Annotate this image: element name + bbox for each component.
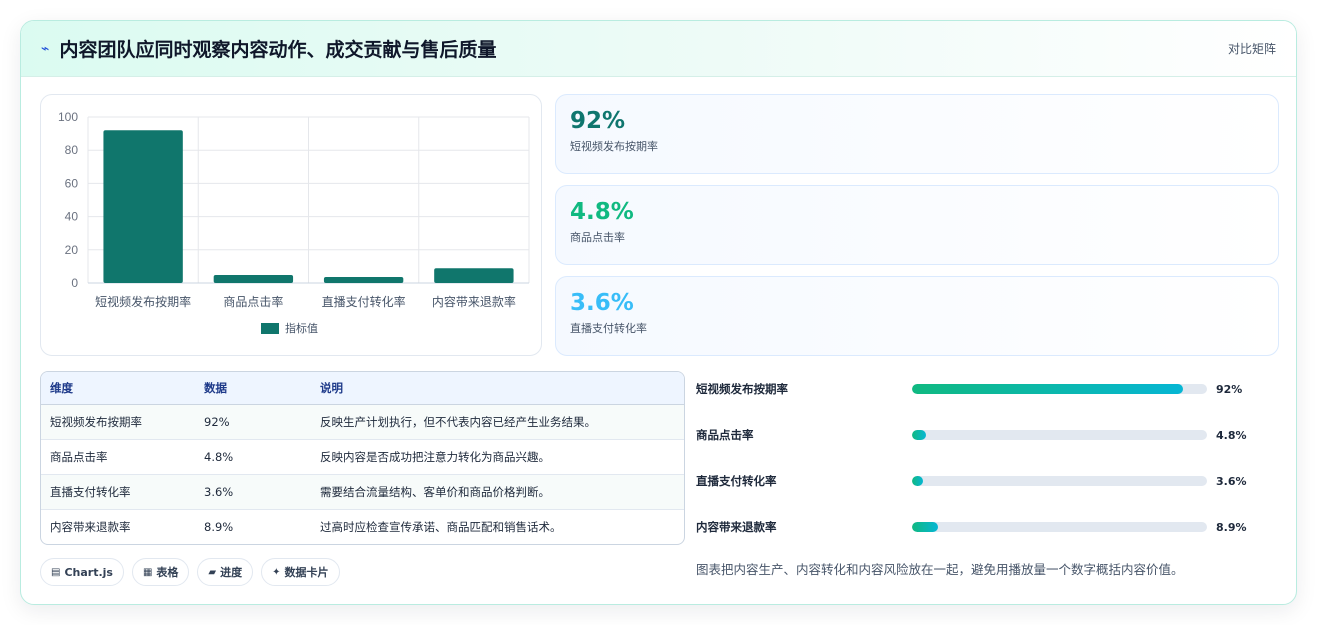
progress-list: 短视频发布按期率 92% 商品点击率 4.8% 直播支付转化率 3.6% 内容带… xyxy=(696,371,1276,571)
pill-data-card[interactable]: ✦ 数据卡片 xyxy=(261,558,340,586)
chart-note: 图表把内容生产、内容转化和内容风险放在一起，避免用播放量一个数字概括内容价值。 xyxy=(696,562,1184,577)
progress-track xyxy=(912,522,1207,532)
progress-label: 内容带来退款率 xyxy=(696,520,777,534)
table-cell: 过高时应检查宣传承诺、商品匹配和销售话术。 xyxy=(320,519,562,534)
pill-chartjs[interactable]: ▤ Chart.js xyxy=(40,558,124,586)
y-tick-label: 80 xyxy=(65,143,79,157)
stat-card: 92% 短视频发布按期率 xyxy=(555,94,1279,174)
column-header: 说明 xyxy=(311,372,684,405)
bar xyxy=(103,130,183,283)
progress-value: 3.6% xyxy=(1216,474,1247,488)
progress-fill xyxy=(912,384,1184,394)
table-cell: 短视频发布按期率 xyxy=(41,404,195,440)
stat-label: 直播支付转化率 xyxy=(570,322,647,335)
table-cell: 反映生产计划执行，但不代表内容已经产生业务结果。 xyxy=(311,404,684,440)
progress-row: 短视频发布按期率 92% xyxy=(696,379,1276,399)
progress-label: 商品点击率 xyxy=(696,428,754,442)
page-title: 内容团队应同时观察内容动作、成交贡献与售后质量 xyxy=(59,39,497,61)
progress-label: 短视频发布按期率 xyxy=(696,382,788,396)
bar-chart-card: 0 20 40 60 80 100 短视频发布按期率 商品点击率 直播支付转化率 内容带来退款率指… xyxy=(40,94,542,356)
table-header-row: 维度 数据 说明 xyxy=(41,372,684,405)
table-cell: 内容带来退款率 xyxy=(50,519,131,534)
progress-fill xyxy=(912,430,927,440)
pill-label: 进度 xyxy=(220,566,243,579)
data-table: 维度 数据 说明 短视频发布按期率 92% 反映生产计划执行，但不代表内容已经产… xyxy=(40,371,685,545)
bolt-icon: ⌁ xyxy=(41,40,50,57)
legend-label: 指标值 xyxy=(285,321,318,335)
progress-fill xyxy=(912,522,939,532)
sparkle-icon: ✦ xyxy=(272,566,281,578)
pill-table[interactable]: ▦ 表格 xyxy=(131,558,190,586)
progress-track xyxy=(912,384,1207,394)
progress-value: 4.8% xyxy=(1216,428,1247,442)
x-tick-label: 直播支付转化率 xyxy=(322,294,406,309)
bar-chart: 0 20 40 60 80 100 短视频发布按期率 商品点击率 直播支付转化率 内容带来退款率指… xyxy=(58,110,530,335)
table-cell: 需要结合流量结构、客单价和商品价格判断。 xyxy=(311,474,684,510)
table-cell: 直播支付转化率 xyxy=(41,474,195,510)
progress-track xyxy=(912,476,1207,486)
y-tick-label: 20 xyxy=(65,243,79,257)
table-cell: 商品点击率 xyxy=(41,439,195,475)
pill-progress[interactable]: ▰ 进度 xyxy=(197,558,254,586)
table-row: 商品点击率 4.8% 反映内容是否成功把注意力转化为商品兴趣。 xyxy=(41,439,684,475)
chart-icon: ▤ xyxy=(51,566,61,578)
feature-pills: ▤ Chart.js ▦ 表格 ▰ 进度 ✦ 数据卡片 xyxy=(40,558,348,586)
column-header: 维度 xyxy=(41,372,195,405)
table-row: 直播支付转化率 3.6% 需要结合流量结构、客单价和商品价格判断。 xyxy=(41,474,684,510)
bar xyxy=(434,268,514,283)
y-tick-label: 40 xyxy=(65,210,79,224)
table-icon: ▦ xyxy=(142,566,153,578)
column-header: 数据 xyxy=(195,372,311,405)
pill-label: 数据卡片 xyxy=(284,566,329,579)
view-tag: 对比矩阵 xyxy=(1227,42,1276,56)
x-tick-label: 内容带来退款率 xyxy=(432,294,516,309)
x-tick-label: 商品点击率 xyxy=(223,294,283,309)
progress-row: 直播支付转化率 3.6% xyxy=(696,471,1276,491)
y-tick-label: 100 xyxy=(58,110,78,124)
panel-header: ⌁ 内容团队应同时观察内容动作、成交贡献与售后质量 对比矩阵 xyxy=(21,21,1296,77)
progress-value: 92% xyxy=(1216,382,1243,396)
progress-fill xyxy=(912,476,923,486)
progress-track xyxy=(912,430,1207,440)
table-cell: 4.8% xyxy=(195,439,311,475)
table-row: 短视频发布按期率 92% 反映生产计划执行，但不代表内容已经产生业务结果。 xyxy=(41,404,684,440)
y-tick-label: 60 xyxy=(65,176,79,190)
bar xyxy=(323,277,404,283)
stat-value: 92% xyxy=(570,108,626,134)
table-cell: 8.9% xyxy=(204,519,234,534)
stat-value: 4.8% xyxy=(570,199,634,225)
dashboard-panel: ⌁ 内容团队应同时观察内容动作、成交贡献与售后质量 对比矩阵 0 20 40 60 80… xyxy=(20,20,1297,605)
progress-value: 8.9% xyxy=(1216,520,1247,534)
y-tick-label: 0 xyxy=(71,276,78,290)
table-row: 内容带来退款率 8.9% 过高时应检查宣传承诺、商品匹配和销售话术。 xyxy=(41,509,684,544)
stat-label: 商品点击率 xyxy=(570,231,625,244)
table-cell: 3.6% xyxy=(195,474,311,510)
x-tick-label: 短视频发布按期率 xyxy=(95,294,191,309)
progress-row: 商品点击率 4.8% xyxy=(696,425,1276,445)
progress-row: 内容带来退款率 8.9% xyxy=(696,517,1276,537)
table-cell: 反映内容是否成功把注意力转化为商品兴趣。 xyxy=(311,439,684,475)
stat-value: 3.6% xyxy=(570,290,634,316)
folder-icon: ▰ xyxy=(208,566,217,578)
stat-card: 3.6% 直播支付转化率 xyxy=(555,276,1279,356)
table-cell: 92% xyxy=(195,404,311,440)
bar xyxy=(213,275,294,283)
stat-label: 短视频发布按期率 xyxy=(570,140,658,153)
progress-label: 直播支付转化率 xyxy=(696,474,777,488)
stat-card: 4.8% 商品点击率 xyxy=(555,185,1279,265)
legend-swatch xyxy=(261,323,279,334)
pill-label: 表格 xyxy=(156,566,179,579)
pill-label: Chart.js xyxy=(64,565,113,579)
